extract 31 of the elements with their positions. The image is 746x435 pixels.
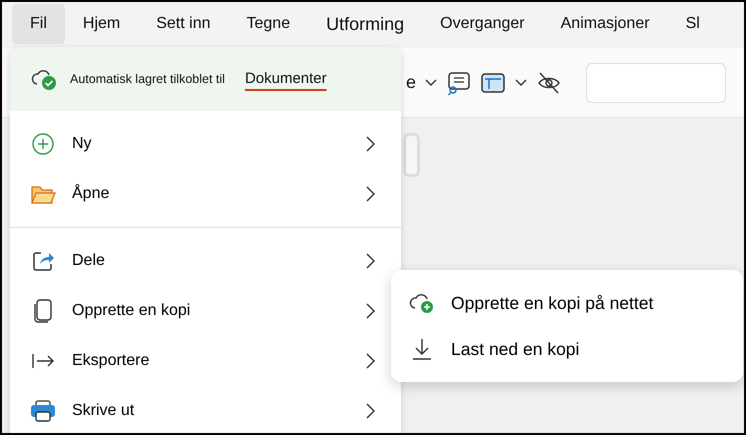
ribbon-tab[interactable]: Tegne: [228, 4, 308, 44]
chevron-right-icon: [365, 252, 377, 270]
autosave-text: Automatisk lagret tilkoblet til: [70, 70, 225, 88]
chevron-right-icon: [365, 135, 377, 153]
chevron-right-icon: [365, 185, 377, 203]
printer-icon: [30, 399, 56, 423]
ribbon-tab[interactable]: Sl: [668, 4, 718, 44]
copy-icon: [32, 298, 54, 324]
ribbon-tab[interactable]: Fil: [12, 4, 65, 44]
chevron-right-icon: [365, 302, 377, 320]
menu-item[interactable]: Ny: [10, 119, 401, 169]
chevron-right-icon: [365, 352, 377, 370]
layout-icon: [480, 70, 506, 94]
ribbon-tab[interactable]: Hjem: [64, 4, 138, 44]
ribbon-label: e: [406, 71, 416, 94]
download-icon: [410, 337, 434, 361]
hide-icon: [536, 70, 562, 94]
ribbon-tab[interactable]: Animasjoner: [542, 4, 668, 44]
chevron-right-icon: [365, 402, 377, 420]
documents-link[interactable]: Dokumenter: [244, 68, 327, 90]
menu-item[interactable]: Åpne: [10, 169, 401, 219]
ribbon-tab[interactable]: Utforming: [308, 4, 422, 44]
comment-search-icon: [446, 70, 472, 96]
slide-thumbnail[interactable]: [403, 133, 420, 177]
plus-circle-icon: [31, 132, 55, 156]
cloud-add-icon: [409, 291, 435, 315]
menu-item[interactable]: Skrive ut: [10, 386, 401, 433]
ribbon-tab[interactable]: Overganger: [422, 4, 543, 44]
export-arrow-icon: [31, 351, 55, 371]
search-field[interactable]: [586, 62, 726, 102]
ribbon-tab[interactable]: Sett inn: [138, 4, 228, 44]
